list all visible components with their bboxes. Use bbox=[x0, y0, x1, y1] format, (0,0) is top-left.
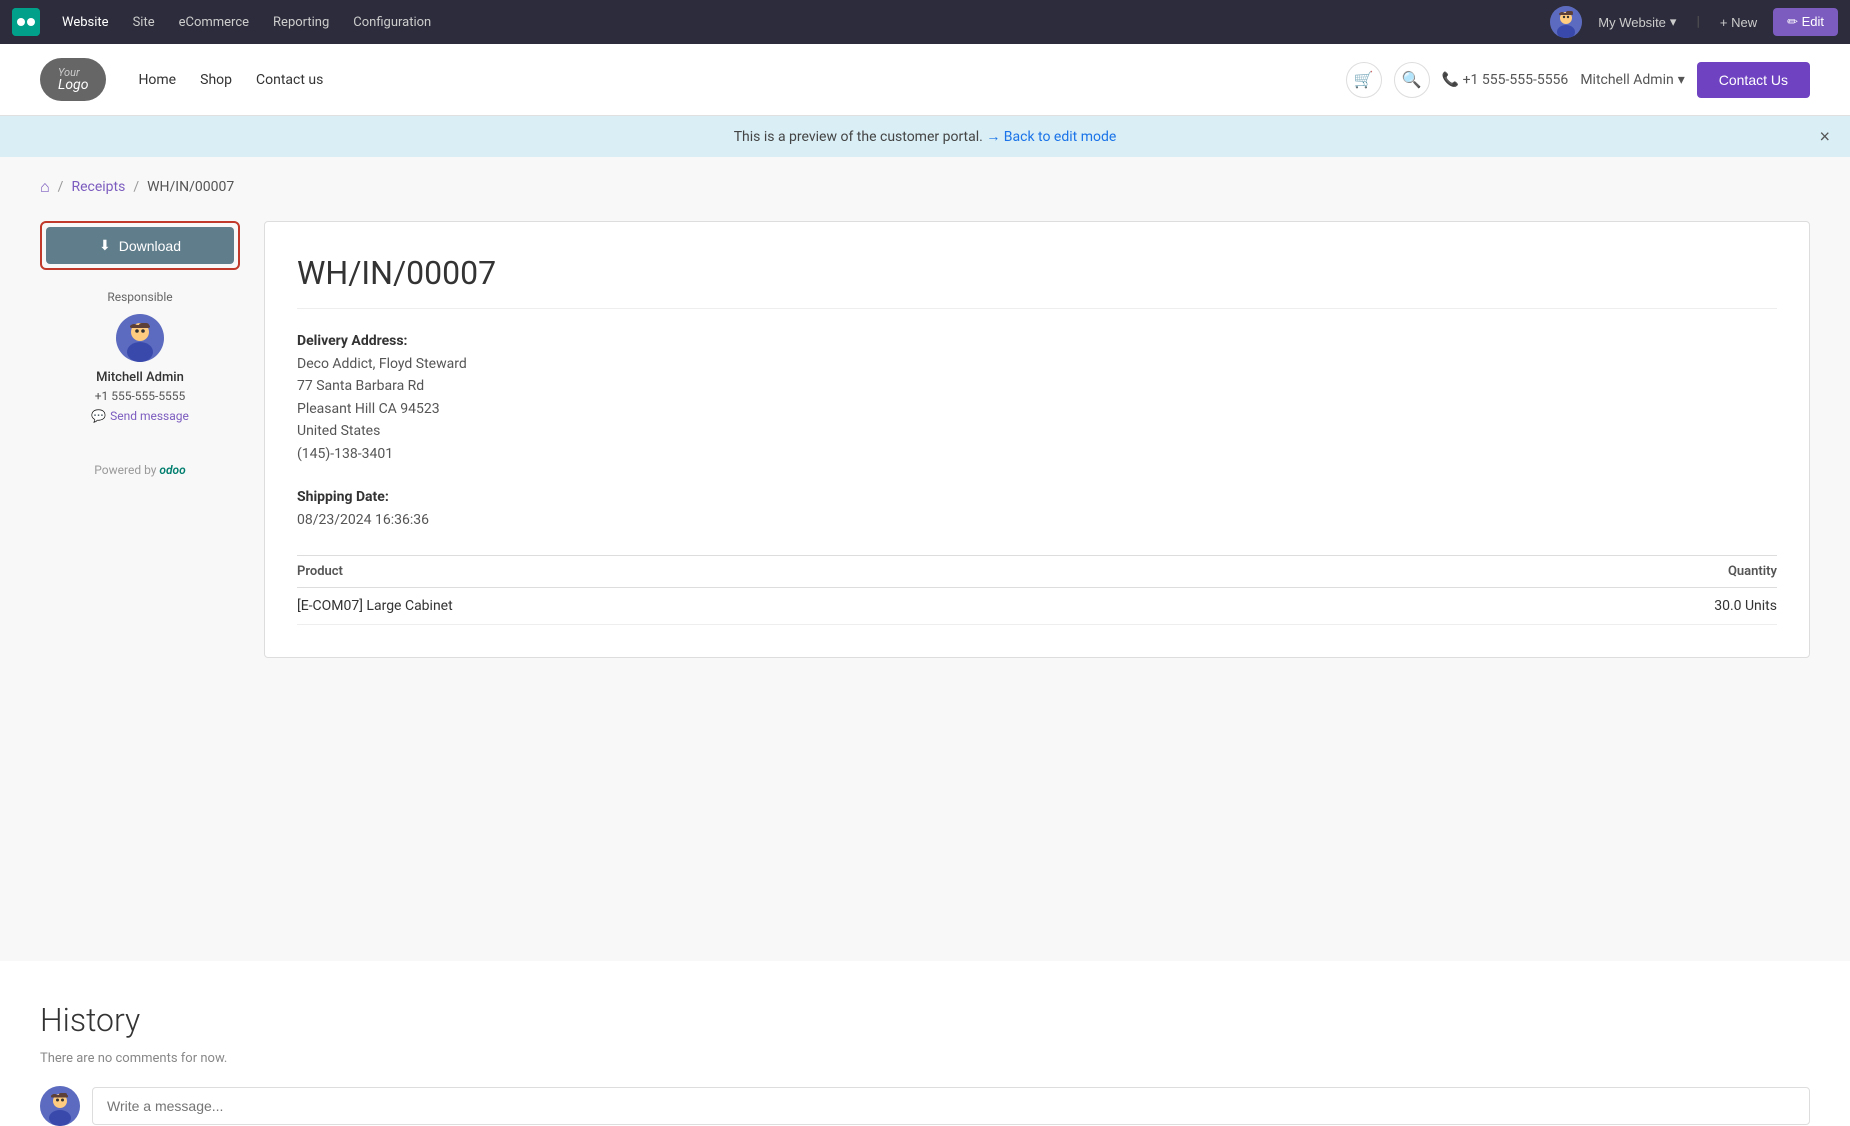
product-cell: [E-COM07] Large Cabinet bbox=[297, 588, 1352, 625]
site-nav: Your Logo Home Shop Contact us 🛒 🔍 📞 +1 … bbox=[0, 44, 1850, 116]
product-table: Product Quantity [E-COM07] Large Cabinet… bbox=[297, 555, 1777, 625]
download-icon: ⬇ bbox=[99, 237, 111, 254]
breadcrumb-receipts[interactable]: Receipts bbox=[71, 179, 125, 195]
my-website-dropdown-arrow: ▾ bbox=[1670, 14, 1677, 30]
nav-shop[interactable]: Shop bbox=[200, 72, 232, 88]
responsible-avatar bbox=[116, 314, 164, 362]
cart-button[interactable]: 🛒 bbox=[1346, 62, 1382, 98]
breadcrumb-current: WH/IN/00007 bbox=[147, 179, 234, 195]
history-compose bbox=[40, 1086, 1810, 1126]
odoo-brand: odoo bbox=[159, 463, 185, 477]
col-product: Product bbox=[297, 556, 1352, 588]
admin-bar-logo bbox=[12, 8, 40, 36]
search-button[interactable]: 🔍 bbox=[1394, 62, 1430, 98]
delivery-address-label: Delivery Address: bbox=[297, 333, 1777, 349]
shipping-date-value: 08/23/2024 16:36:36 bbox=[297, 509, 1777, 531]
powered-by: Powered by odoo bbox=[94, 463, 185, 477]
history-section: History There are no comments for now. bbox=[0, 1001, 1850, 1126]
delivery-address-section: Delivery Address: Deco Addict, Floyd Ste… bbox=[297, 333, 1777, 465]
nav-contact-us[interactable]: Contact us bbox=[256, 72, 323, 88]
admin-bar-nav: Website Site eCommerce Reporting Configu… bbox=[50, 0, 443, 44]
site-nav-actions: 🛒 🔍 📞 +1 555-555-5556 Mitchell Admin ▾ C… bbox=[1346, 62, 1810, 98]
col-quantity: Quantity bbox=[1352, 556, 1777, 588]
message-input[interactable] bbox=[92, 1087, 1810, 1125]
admin-bar-separator: | bbox=[1696, 14, 1699, 30]
sidebar: ⬇ Download Responsible bbox=[40, 221, 240, 477]
admin-bar: Website Site eCommerce Reporting Configu… bbox=[0, 0, 1850, 44]
history-title: History bbox=[40, 1001, 1810, 1039]
preview-banner-close[interactable]: × bbox=[1819, 126, 1830, 147]
edit-button[interactable]: ✏ Edit bbox=[1773, 8, 1838, 36]
site-logo: Your Logo bbox=[40, 58, 106, 101]
document-title: WH/IN/00007 bbox=[297, 254, 1777, 309]
admin-bar-left: Website Site eCommerce Reporting Configu… bbox=[12, 0, 1546, 44]
document-card: WH/IN/00007 Delivery Address: Deco Addic… bbox=[264, 221, 1810, 658]
download-button[interactable]: ⬇ Download bbox=[46, 227, 234, 264]
responsible-name: Mitchell Admin bbox=[96, 370, 184, 385]
admin-nav-reporting[interactable]: Reporting bbox=[261, 0, 341, 44]
shipping-date-section: Shipping Date: 08/23/2024 16:36:36 bbox=[297, 489, 1777, 531]
main-content: ⌂ / Receipts / WH/IN/00007 ⬇ Download Re… bbox=[0, 157, 1850, 961]
logo-oval: Your Logo bbox=[40, 58, 106, 101]
admin-nav-site[interactable]: Site bbox=[121, 0, 167, 44]
send-message-link[interactable]: 💬 Send message bbox=[91, 409, 189, 423]
history-empty: There are no comments for now. bbox=[40, 1051, 1810, 1066]
shipping-date-label: Shipping Date: bbox=[297, 489, 1777, 505]
delivery-address-value: Deco Addict, Floyd Steward 77 Santa Barb… bbox=[297, 353, 1777, 465]
responsible-section: Responsible M bbox=[40, 290, 240, 423]
preview-banner: This is a preview of the customer portal… bbox=[0, 116, 1850, 157]
page-layout: ⬇ Download Responsible bbox=[40, 221, 1810, 658]
nav-home[interactable]: Home bbox=[138, 72, 176, 88]
responsible-phone: +1 555-555-5555 bbox=[95, 389, 186, 403]
chat-icon: 💬 bbox=[91, 409, 106, 423]
breadcrumb-sep-1: / bbox=[58, 179, 64, 195]
breadcrumb-home-icon[interactable]: ⌂ bbox=[40, 177, 50, 197]
responsible-info: Mitchell Admin +1 555-555-5555 💬 Send me… bbox=[40, 314, 240, 423]
admin-avatar[interactable] bbox=[1550, 6, 1582, 38]
download-btn-wrapper: ⬇ Download bbox=[40, 221, 240, 270]
user-dropdown-arrow: ▾ bbox=[1678, 72, 1685, 88]
admin-nav-configuration[interactable]: Configuration bbox=[341, 0, 443, 44]
history-avatar bbox=[40, 1086, 80, 1126]
user-dropdown[interactable]: Mitchell Admin ▾ bbox=[1580, 72, 1684, 88]
table-row: [E-COM07] Large Cabinet30.0 Units bbox=[297, 588, 1777, 625]
phone-number: 📞 +1 555-555-5556 bbox=[1442, 72, 1569, 88]
responsible-label: Responsible bbox=[40, 290, 240, 304]
breadcrumb: ⌂ / Receipts / WH/IN/00007 bbox=[40, 177, 1810, 197]
preview-banner-text: This is a preview of the customer portal… bbox=[734, 128, 1117, 145]
odoo-logo-icon[interactable] bbox=[12, 8, 40, 36]
new-button[interactable]: + New bbox=[1712, 11, 1765, 34]
back-to-edit-link[interactable]: → Back to edit mode bbox=[986, 129, 1116, 145]
site-nav-links: Home Shop Contact us bbox=[138, 72, 1345, 88]
my-website-button[interactable]: My Website ▾ bbox=[1590, 10, 1684, 34]
quantity-cell: 30.0 Units bbox=[1352, 588, 1777, 625]
contact-us-button[interactable]: Contact Us bbox=[1697, 62, 1810, 98]
admin-bar-right: My Website ▾ | + New ✏ Edit bbox=[1550, 6, 1838, 38]
breadcrumb-sep-2: / bbox=[133, 179, 139, 195]
admin-nav-ecommerce[interactable]: eCommerce bbox=[167, 0, 261, 44]
admin-nav-website[interactable]: Website bbox=[50, 0, 121, 44]
